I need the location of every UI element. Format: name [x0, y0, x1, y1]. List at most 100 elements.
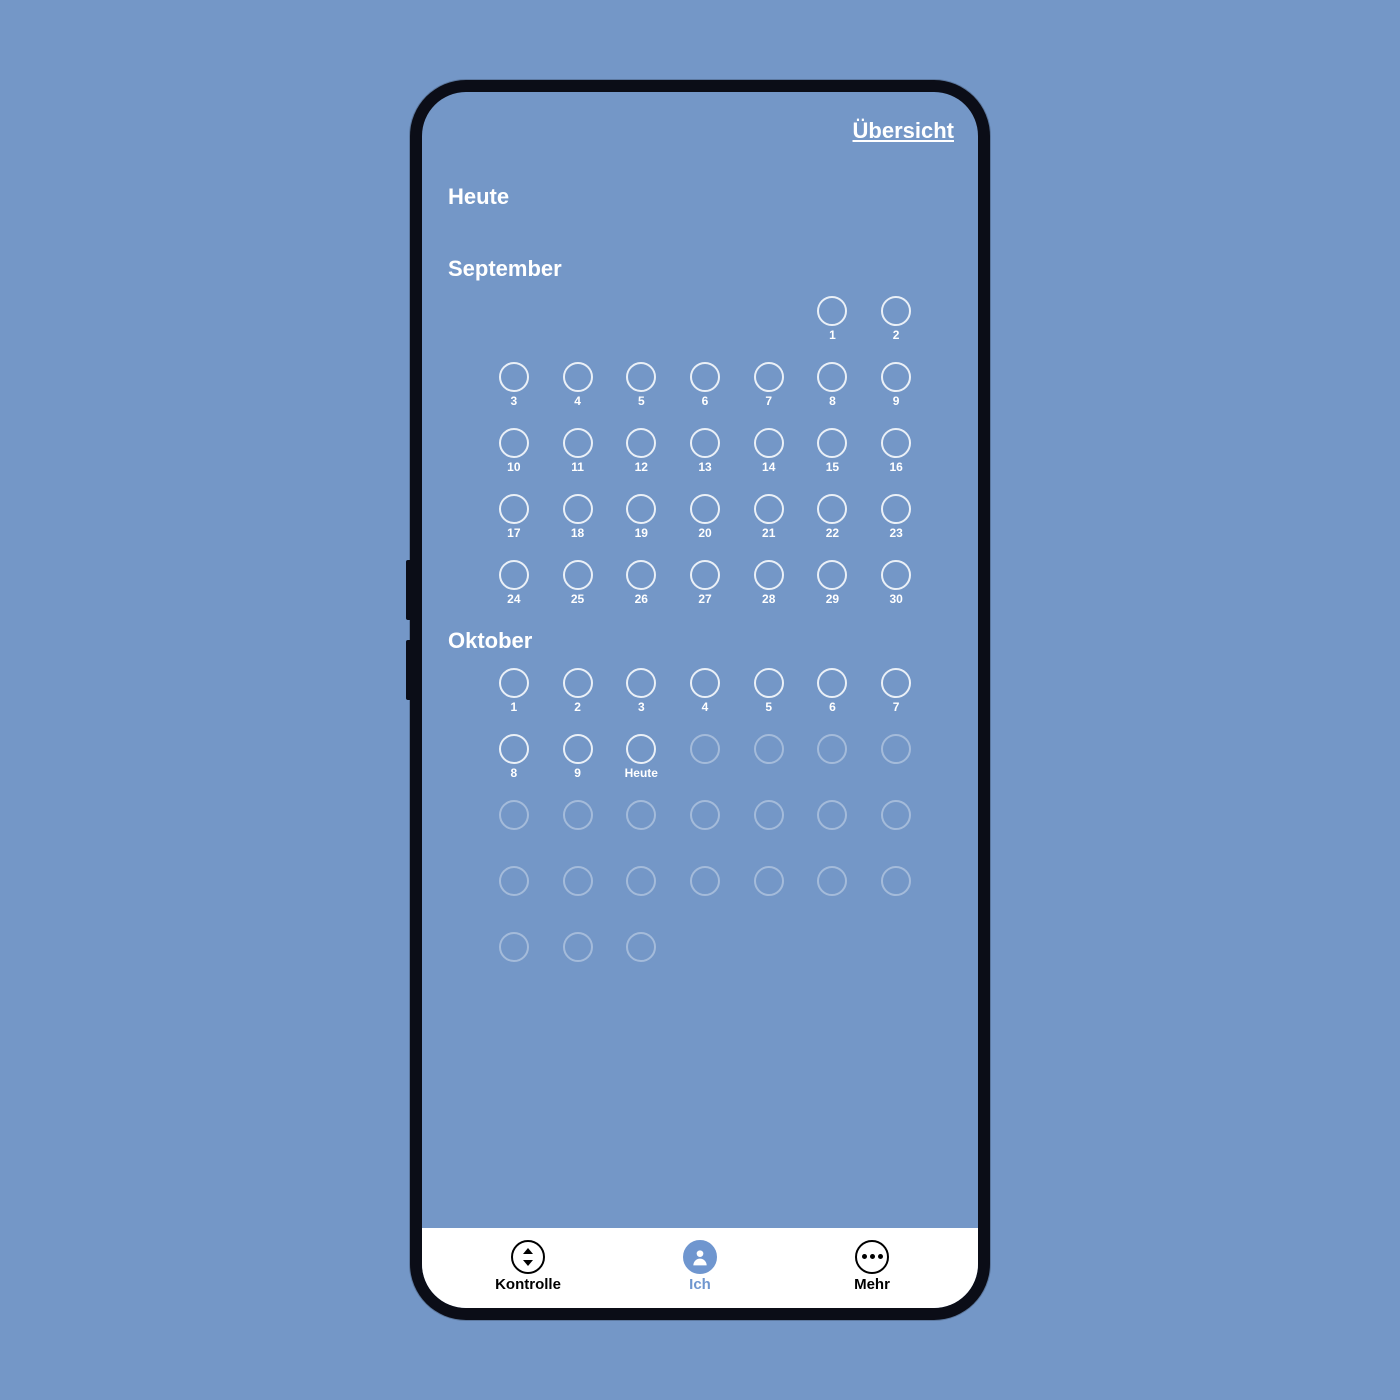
day-label: 13: [698, 460, 711, 474]
day-circle-icon: [754, 362, 784, 392]
day-circle-icon: [499, 866, 529, 896]
day-label: 17: [507, 526, 520, 540]
calendar-day[interactable]: 2: [556, 668, 600, 718]
calendar-day[interactable]: 5: [619, 362, 663, 412]
calendar-day-future: [619, 800, 663, 850]
calendar-day[interactable]: 3: [619, 668, 663, 718]
day-circle-icon: [563, 800, 593, 830]
calendar-day-future: [683, 866, 727, 916]
calendar-day-future: [811, 734, 855, 784]
calendar-day[interactable]: 16: [874, 428, 918, 478]
calendar-day[interactable]: 21: [747, 494, 791, 544]
day-circle-icon: [563, 932, 593, 962]
day-circle-icon: [817, 866, 847, 896]
calendar-day[interactable]: 17: [492, 494, 536, 544]
calendar-day[interactable]: 28: [747, 560, 791, 610]
phone-side-button: [406, 560, 410, 620]
day-label: 23: [889, 526, 902, 540]
day-label: 10: [507, 460, 520, 474]
day-circle-icon: [626, 932, 656, 962]
day-circle-icon: [690, 800, 720, 830]
day-circle-icon: [563, 362, 593, 392]
tab-label: Kontrolle: [495, 1276, 561, 1293]
calendar-day[interactable]: 8: [492, 734, 536, 784]
calendar-day-future: [811, 800, 855, 850]
day-label: 18: [571, 526, 584, 540]
calendar-day[interactable]: 8: [811, 362, 855, 412]
day-label: 28: [762, 592, 775, 606]
tab-mehr[interactable]: Mehr: [827, 1240, 917, 1293]
overview-link[interactable]: Übersicht: [446, 118, 954, 144]
phone-frame: Übersicht Heute September123456789101112…: [410, 80, 990, 1320]
calendar-day[interactable]: 3: [492, 362, 536, 412]
day-label: 5: [765, 700, 772, 714]
calendar-day[interactable]: 4: [683, 668, 727, 718]
calendar-day[interactable]: 27: [683, 560, 727, 610]
day-circle-icon: [563, 494, 593, 524]
calendar-day-future: [811, 866, 855, 916]
calendar-day[interactable]: 7: [747, 362, 791, 412]
calendar-day[interactable]: 26: [619, 560, 663, 610]
month-title: September: [448, 256, 954, 282]
calendar-day-future: [492, 866, 536, 916]
calendar-day-future: [556, 866, 600, 916]
day-circle-icon: [881, 734, 911, 764]
day-circle-icon: [754, 428, 784, 458]
calendar-day-future: [492, 800, 536, 850]
calendar-day[interactable]: 29: [811, 560, 855, 610]
calendar-day[interactable]: 7: [874, 668, 918, 718]
day-label: 19: [635, 526, 648, 540]
day-circle-icon: [817, 428, 847, 458]
day-circle-icon: [881, 866, 911, 896]
calendar-day-future: [874, 866, 918, 916]
tab-label: Ich: [689, 1276, 711, 1293]
day-circle-icon: [817, 800, 847, 830]
day-circle-icon: [690, 734, 720, 764]
calendar-day[interactable]: 2: [874, 296, 918, 346]
calendar-day-today[interactable]: Heute: [619, 734, 663, 784]
calendar-day[interactable]: 10: [492, 428, 536, 478]
calendar-day[interactable]: 1: [811, 296, 855, 346]
calendar-day[interactable]: 6: [811, 668, 855, 718]
calendar-day-future: [492, 932, 536, 982]
calendar-day[interactable]: 6: [683, 362, 727, 412]
calendar-day[interactable]: 9: [556, 734, 600, 784]
day-circle-icon: [817, 494, 847, 524]
calendar-day[interactable]: 20: [683, 494, 727, 544]
day-label: 1: [511, 700, 518, 714]
day-circle-icon: [499, 428, 529, 458]
day-circle-icon: [754, 734, 784, 764]
calendar-day[interactable]: 1: [492, 668, 536, 718]
tab-kontrolle[interactable]: Kontrolle: [483, 1240, 573, 1293]
tab-ich[interactable]: Ich: [655, 1240, 745, 1293]
day-circle-icon: [626, 800, 656, 830]
day-label: 9: [893, 394, 900, 408]
day-circle-icon: [499, 668, 529, 698]
calendar-day[interactable]: 15: [811, 428, 855, 478]
calendar-day[interactable]: 23: [874, 494, 918, 544]
calendar-day[interactable]: 24: [492, 560, 536, 610]
day-circle-icon: [626, 560, 656, 590]
calendar-day-future: [874, 800, 918, 850]
calendar-day[interactable]: 14: [747, 428, 791, 478]
day-label: 7: [893, 700, 900, 714]
calendar-day[interactable]: 11: [556, 428, 600, 478]
day-circle-icon: [690, 668, 720, 698]
calendar-day[interactable]: 19: [619, 494, 663, 544]
calendar-day[interactable]: 4: [556, 362, 600, 412]
calendar-day[interactable]: 18: [556, 494, 600, 544]
calendar-scroll-area[interactable]: Übersicht Heute September123456789101112…: [422, 92, 978, 1228]
day-circle-icon: [499, 560, 529, 590]
calendar-day[interactable]: 9: [874, 362, 918, 412]
day-label: 6: [702, 394, 709, 408]
calendar-day[interactable]: 5: [747, 668, 791, 718]
calendar-day-future: [747, 866, 791, 916]
calendar-day[interactable]: 25: [556, 560, 600, 610]
today-heading: Heute: [448, 184, 954, 210]
day-circle-icon: [690, 428, 720, 458]
calendar-day[interactable]: 22: [811, 494, 855, 544]
calendar-day[interactable]: 13: [683, 428, 727, 478]
calendar-day[interactable]: 30: [874, 560, 918, 610]
day-label: 15: [826, 460, 839, 474]
calendar-day[interactable]: 12: [619, 428, 663, 478]
